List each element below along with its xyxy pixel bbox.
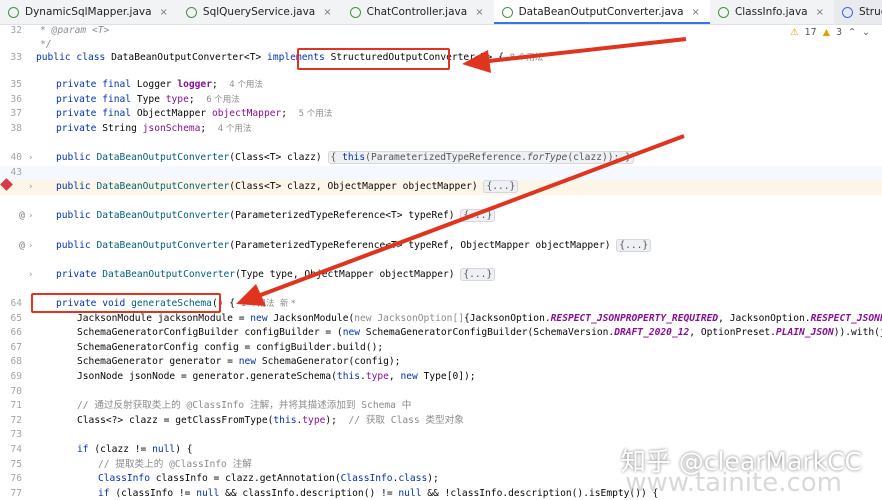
weak-warning-icon: ▲ <box>822 27 831 38</box>
chevron-up-icon[interactable]: ⌃ <box>848 27 856 38</box>
weak-warning-count: 3 <box>836 27 843 38</box>
inspection-widget[interactable]: ⚠ 17 ▲ 3 ⌃ ⌄ <box>790 27 870 38</box>
annotation-arrows <box>236 37 687 306</box>
warning-count: 17 <box>804 27 817 38</box>
chevron-down-icon[interactable]: ⌄ <box>862 27 870 38</box>
arrow-line-bottom <box>257 134 685 298</box>
watermark: 知乎 @clearMarkCC <box>620 447 862 476</box>
arrowhead-top-icon <box>462 50 491 73</box>
arrow-line-top <box>479 37 687 64</box>
warning-icon: ⚠ <box>790 27 799 38</box>
